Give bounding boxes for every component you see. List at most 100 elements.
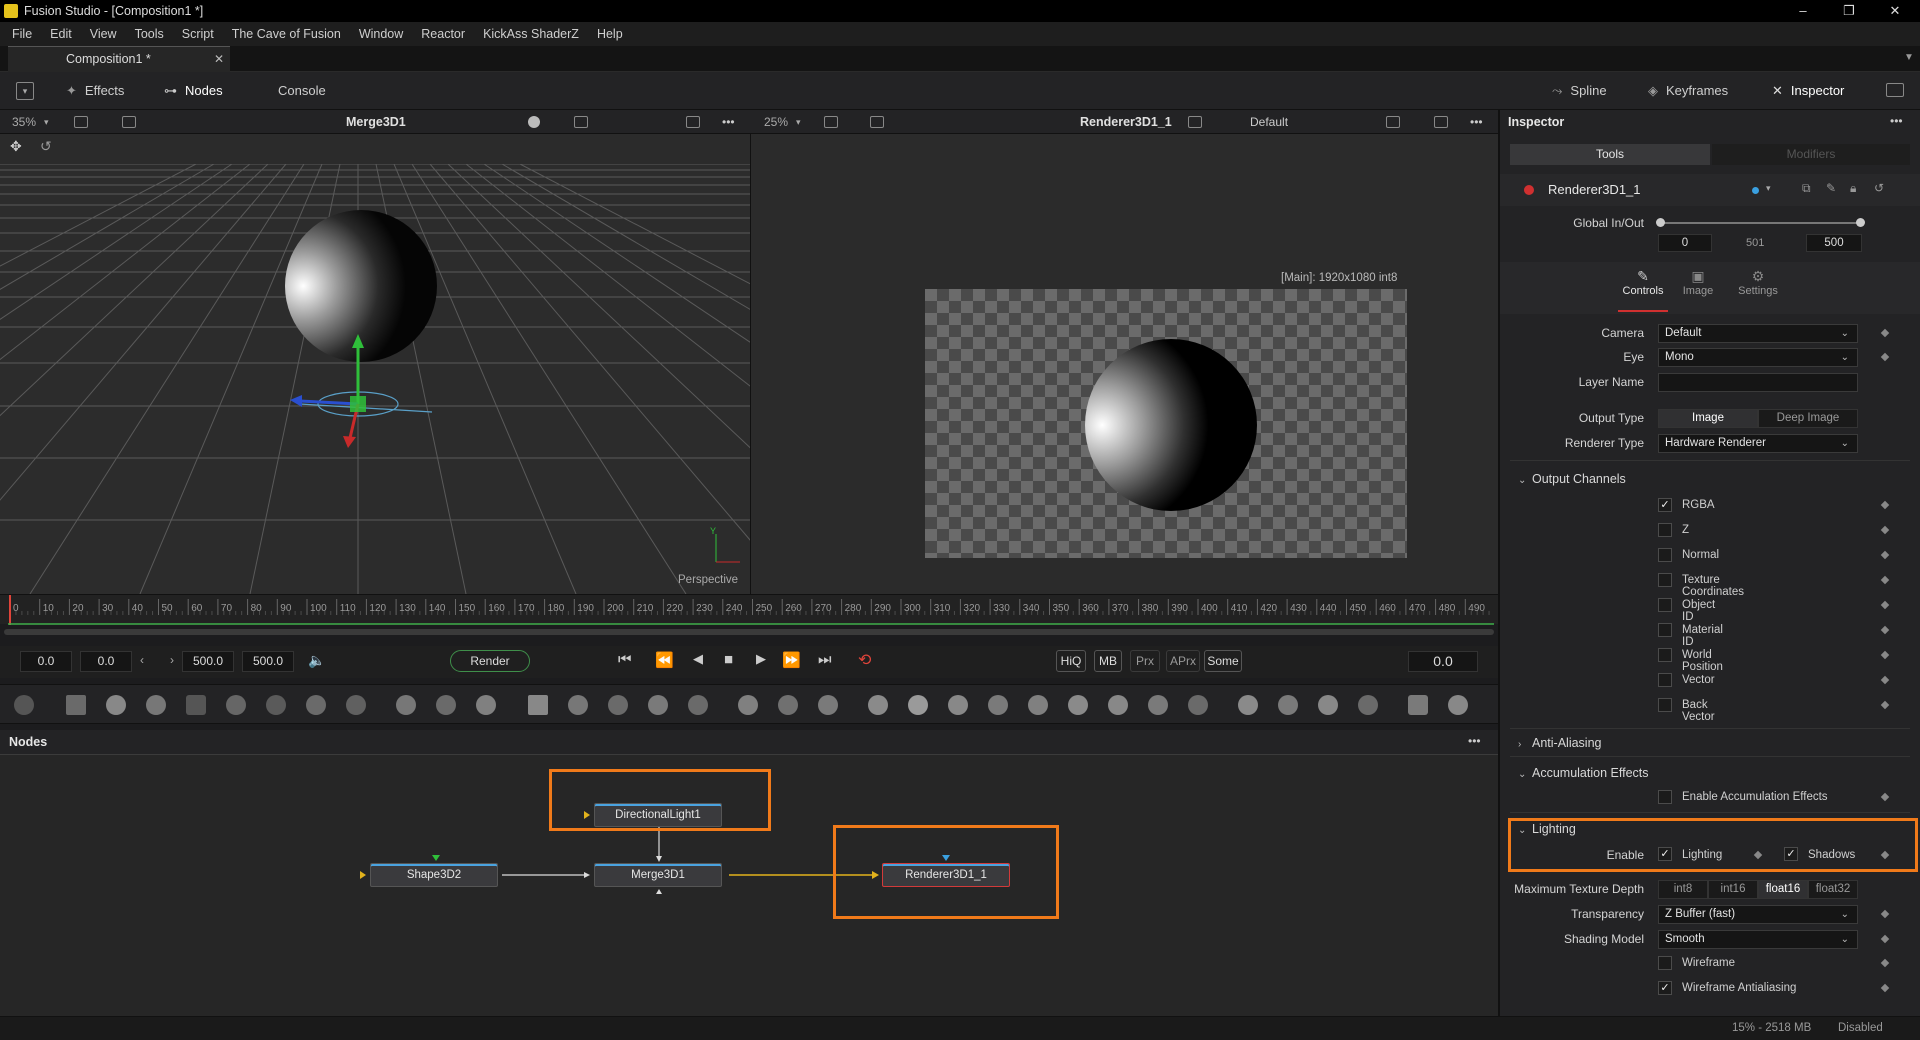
tool-lock-icon[interactable]: 🔒︎ — [1850, 181, 1856, 196]
output-channel-keyframe-icon[interactable] — [1880, 650, 1890, 660]
keyframes-button[interactable]: ◈ Keyframes — [1648, 72, 1728, 110]
enable-accumulation-checkbox[interactable] — [1658, 790, 1672, 804]
viewer2-channel-icon[interactable] — [824, 116, 838, 128]
subtab-controls[interactable]: ✎ Controls — [1618, 268, 1668, 312]
step-back-icon[interactable]: ‹ — [140, 653, 144, 667]
global-start-field[interactable]: 0.0 — [20, 651, 72, 672]
tex-depth-int8[interactable]: int8 — [1658, 880, 1708, 899]
output-channel-keyframe-icon[interactable] — [1880, 625, 1890, 635]
accumulation-keyframe-icon[interactable] — [1880, 792, 1890, 802]
nodes-button[interactable]: ⊶ Nodes — [164, 72, 223, 110]
tab-modifiers[interactable]: Modifiers — [1712, 144, 1910, 165]
wireframe-checkbox[interactable] — [1658, 956, 1672, 970]
wireframe-aa-checkbox[interactable]: ✓ — [1658, 981, 1672, 995]
tool-wave-icon[interactable] — [1448, 695, 1468, 715]
maximize-button[interactable]: ❐ — [1826, 0, 1872, 22]
output-type-deep-image[interactable]: Deep Image — [1758, 409, 1858, 428]
output-channel-checkbox[interactable] — [1658, 698, 1672, 712]
wireframe-aa-keyframe-icon[interactable] — [1880, 983, 1890, 993]
menu-kickass-shaderz[interactable]: KickAss ShaderZ — [483, 27, 579, 41]
eye-keyframe-icon[interactable] — [1880, 352, 1890, 362]
output-channel-keyframe-icon[interactable] — [1880, 675, 1890, 685]
version-dot-icon[interactable] — [1752, 187, 1759, 194]
time-scrollbar[interactable] — [4, 629, 1494, 635]
camera-select[interactable]: Default ⌄ — [1658, 324, 1858, 343]
node-shape3d2[interactable]: Shape3D2 — [370, 863, 498, 887]
time-ruler[interactable]: 0 10 20 30 40 50 60 70 80 90 100 110 120 130 140 150 160… — [0, 594, 1498, 635]
tool-mask-icon[interactable] — [186, 695, 206, 715]
play-reverse-icon[interactable]: ◀ — [693, 651, 703, 667]
viewer1-channel-icon[interactable] — [74, 116, 88, 128]
mb-toggle[interactable]: MB — [1094, 650, 1122, 672]
tool-color-dot-icon[interactable] — [1524, 185, 1534, 195]
menu-reactor[interactable]: Reactor — [421, 27, 465, 41]
some-toggle[interactable]: Some — [1204, 650, 1242, 672]
tool-grid-icon[interactable] — [306, 695, 326, 715]
tool-chevron-icon[interactable]: ▾ — [1766, 183, 1771, 194]
menu-file[interactable]: File — [12, 27, 32, 41]
minimize-button[interactable]: – — [1780, 0, 1826, 22]
tab-tools[interactable]: Tools — [1510, 144, 1710, 165]
tool-sky-icon[interactable] — [1358, 695, 1378, 715]
tool-sphere-icon[interactable] — [868, 695, 888, 715]
play-reverse-step-icon[interactable]: ⏪ — [655, 651, 674, 669]
output-channel-checkbox[interactable] — [1658, 648, 1672, 662]
viewer1-sphere-icon[interactable] — [528, 116, 540, 128]
viewer1-more-icon[interactable]: ••• — [722, 110, 735, 134]
global-in-handle[interactable] — [1656, 218, 1665, 227]
tab-overflow-icon[interactable]: ▼ — [1904, 52, 1914, 63]
wireframe-keyframe-icon[interactable] — [1880, 958, 1890, 968]
subtab-settings[interactable]: ⚙ Settings — [1734, 268, 1782, 312]
viewer1-toggle-icon[interactable] — [574, 116, 588, 128]
output-channel-keyframe-icon[interactable] — [1880, 700, 1890, 710]
output-channel-keyframe-icon[interactable] — [1880, 500, 1890, 510]
output-channel-keyframe-icon[interactable] — [1880, 600, 1890, 610]
global-out-handle[interactable] — [1856, 218, 1865, 227]
tool-material-icon[interactable] — [1188, 695, 1208, 715]
layer-name-input[interactable] — [1658, 373, 1858, 392]
output-channel-keyframe-icon[interactable] — [1880, 575, 1890, 585]
aprx-toggle[interactable]: APrx — [1166, 650, 1200, 672]
global-inout-slider[interactable] — [1660, 222, 1860, 224]
current-time-field[interactable]: 0.0 — [1408, 651, 1478, 672]
tool-flag-icon[interactable] — [1408, 695, 1428, 715]
fast-forward-icon[interactable]: ⏩ — [782, 651, 801, 669]
tool-tracker-icon[interactable] — [266, 695, 286, 715]
output-channel-keyframe-icon[interactable] — [1880, 525, 1890, 535]
tool-zoom-icon[interactable] — [778, 695, 798, 715]
viewer1-rect-icon[interactable] — [686, 116, 700, 128]
accumulation-section[interactable]: ⌄ Accumulation Effects — [1518, 766, 1649, 780]
layout-dropdown-icon[interactable]: ▾ — [16, 82, 34, 100]
render-button[interactable]: Render — [450, 650, 530, 672]
output-channel-checkbox[interactable]: ✓ — [1658, 498, 1672, 512]
global-end-field[interactable]: 500.0 — [242, 651, 294, 672]
output-channel-checkbox[interactable] — [1658, 573, 1672, 587]
tool-copy-icon[interactable]: ⧉ — [1802, 181, 1811, 196]
tool-blur-icon[interactable] — [608, 695, 628, 715]
viewer1-view-icon[interactable] — [122, 116, 136, 128]
renderer-type-select[interactable]: Hardware Renderer ⌄ — [1658, 434, 1858, 453]
node-graph[interactable]: DirectionalLight1 Shape3D2 Merge3D1 Rend… — [0, 754, 1498, 1016]
hiq-toggle[interactable]: HiQ — [1056, 650, 1086, 672]
tool-render-icon[interactable] — [1318, 695, 1338, 715]
nodes-more-icon[interactable]: ••• — [1468, 734, 1481, 748]
tex-depth-float32[interactable]: float32 — [1808, 880, 1858, 899]
node-merge3d1[interactable]: Merge3D1 — [594, 863, 722, 887]
render-end-field[interactable]: 500.0 — [182, 651, 234, 672]
output-channel-checkbox[interactable] — [1658, 673, 1672, 687]
move-tool-icon[interactable]: ✥ — [10, 138, 22, 155]
rotate-tool-icon[interactable]: ↺ — [40, 138, 52, 155]
menu-help[interactable]: Help — [597, 27, 623, 41]
viewer2-view-icon[interactable] — [870, 116, 884, 128]
tool-merge-icon[interactable] — [146, 695, 166, 715]
tool-transform3d-icon[interactable] — [1148, 695, 1168, 715]
output-type-image[interactable]: Image — [1658, 409, 1758, 428]
loop-icon[interactable]: ⟲ — [858, 650, 871, 670]
tex-depth-float16[interactable]: float16 — [1758, 880, 1808, 899]
tool-spot-icon[interactable] — [908, 695, 928, 715]
spline-button[interactable]: ⤳ Spline — [1552, 72, 1607, 110]
tool-transform-icon[interactable] — [226, 695, 246, 715]
transparency-keyframe-icon[interactable] — [1880, 909, 1890, 919]
tab-close-icon[interactable]: ✕ — [214, 52, 224, 66]
tool-paint-icon[interactable] — [568, 695, 588, 715]
